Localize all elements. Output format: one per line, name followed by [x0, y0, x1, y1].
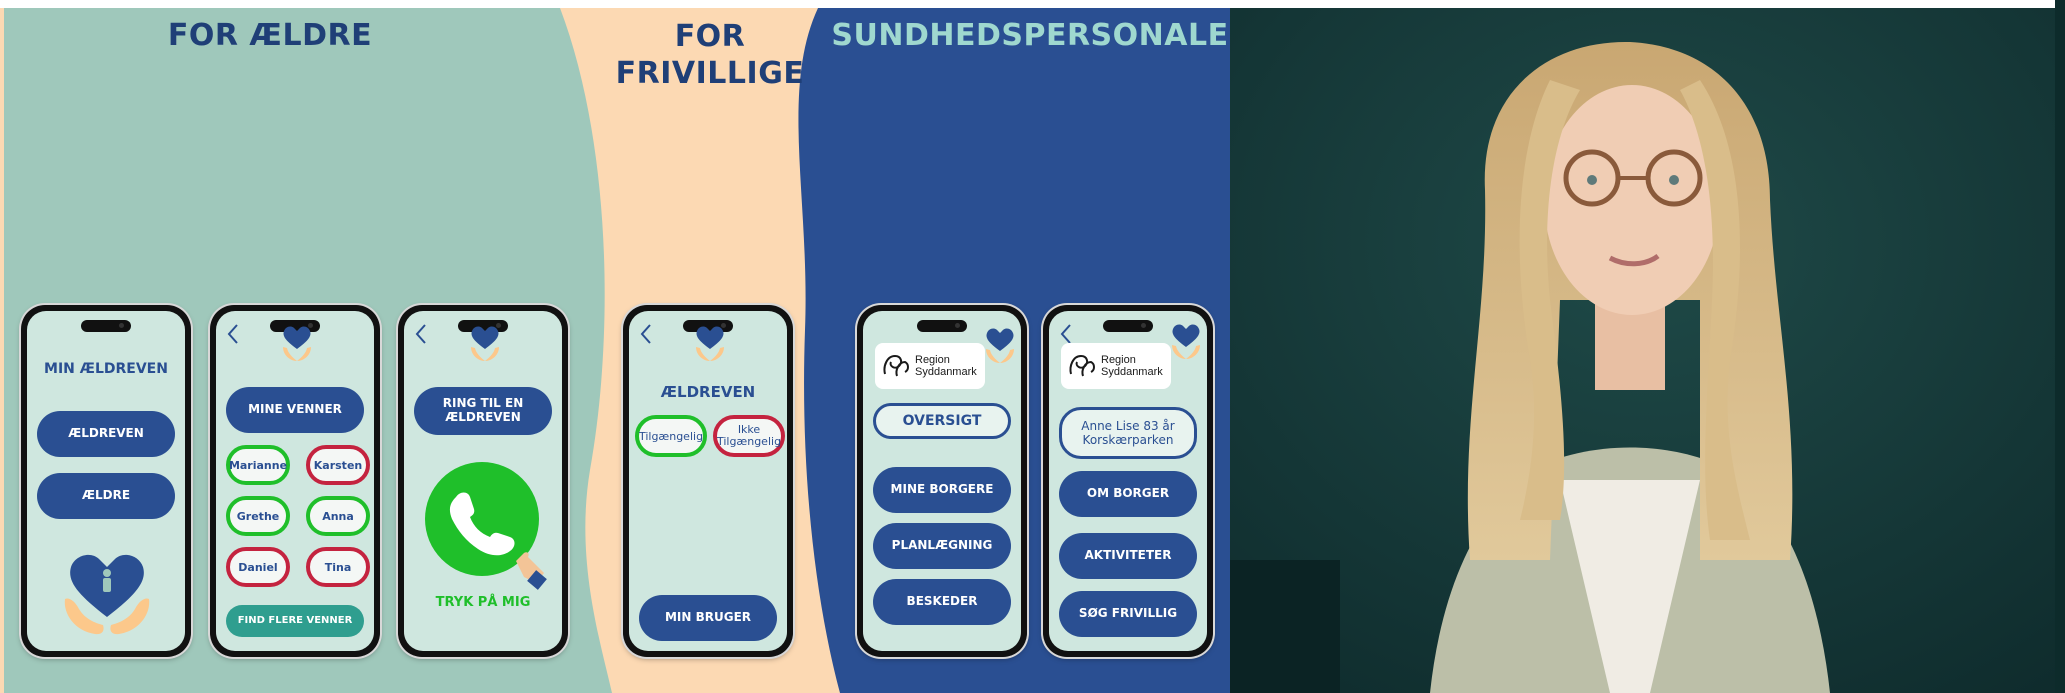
screen-title: MIN ÆLDREVEN — [44, 361, 168, 377]
region-line1: Region — [915, 353, 950, 366]
oversigt-tab[interactable]: OVERSIGT — [873, 403, 1011, 439]
region-line1: Region — [1101, 353, 1136, 366]
citizen-home: Korskærparken — [1082, 433, 1174, 447]
phone-frivillig-aeldreven: ÆLDREVEN Tilgængelig Ikke Tilgængelig MI… — [623, 305, 793, 657]
mine-borgere-button[interactable]: MINE BORGERE — [873, 467, 1011, 513]
title-frivillige-line1: FOR — [674, 19, 746, 54]
app-showcase-banner: FOR ÆLDRE FOR FRIVILLIGE SUNDHEDSPERSONA… — [0, 0, 2065, 693]
tryk-paa-mig-label: TRYK PÅ MIG — [435, 595, 531, 610]
phone-screen: Region Syddanmark Anne Lise 83 år Korskæ… — [1049, 311, 1207, 651]
phone-screen: ÆLDREVEN Tilgængelig Ikke Tilgængelig MI… — [629, 311, 787, 651]
title-frivillige: FOR FRIVILLIGE — [590, 18, 830, 92]
planlaegning-button[interactable]: PLANLÆGNING — [873, 523, 1011, 569]
citizen-card[interactable]: Anne Lise 83 år Korskærparken — [1059, 407, 1197, 459]
om-borger-button[interactable]: OM BORGER — [1059, 471, 1197, 517]
phone-ring-til: RING TIL EN ÆLDREVEN TRYK PÅ MIG — [398, 305, 568, 657]
heart-logo-icon — [696, 326, 724, 361]
region-line2: Syddanmark — [915, 366, 977, 378]
phone-oversigt: Region Syddanmark OVERSIGT MINE BORGERE … — [857, 305, 1027, 657]
back-chevron-icon[interactable] — [639, 323, 653, 345]
beskeder-button[interactable]: BESKEDER — [873, 579, 1011, 625]
phone-min-aeldreven: MIN ÆLDREVEN ÆLDREVEN ÆLDRE — [21, 305, 191, 657]
heart-logo-icon — [283, 326, 311, 361]
phone-call-icon[interactable] — [424, 461, 548, 591]
ring-line2: ÆLDREVEN — [445, 410, 521, 424]
friend-chip-anna[interactable]: Anna — [306, 496, 370, 536]
portrait-photo — [1230, 0, 2065, 693]
region-syddanmark-logo: Region Syddanmark — [875, 343, 985, 389]
phone-screen: RING TIL EN ÆLDREVEN TRYK PÅ MIG — [404, 311, 562, 651]
region-logo-icon — [1069, 354, 1095, 377]
mine-venner-button[interactable]: MINE VENNER — [226, 387, 364, 433]
region-line2: Syddanmark — [1101, 366, 1163, 378]
back-chevron-icon[interactable] — [1059, 323, 1073, 345]
region-logo-text: Region Syddanmark — [915, 354, 977, 378]
screen-title: ÆLDREVEN — [660, 383, 756, 401]
heart-hands-icon — [64, 554, 150, 635]
aktiviteter-button[interactable]: AKTIVITETER — [1059, 533, 1197, 579]
region-logo-text: Region Syddanmark — [1101, 354, 1163, 378]
region-logo-icon — [883, 354, 909, 377]
phone-notch — [81, 320, 131, 332]
friend-chip-daniel[interactable]: Daniel — [226, 547, 290, 587]
ring-til-aeldreven-button[interactable]: RING TIL EN ÆLDREVEN — [414, 387, 552, 435]
find-flere-venner-button[interactable]: FIND FLERE VENNER — [226, 605, 364, 637]
phone-screen: Region Syddanmark OVERSIGT MINE BORGERE … — [863, 311, 1021, 651]
ikke-tilgaengelig-toggle[interactable]: Ikke Tilgængelig — [713, 415, 785, 457]
heart-logo-icon — [471, 326, 499, 361]
min-bruger-button[interactable]: MIN BRUGER — [639, 595, 777, 641]
phone-screen: MINE VENNER Marianne Karsten Grethe Anna… — [216, 311, 374, 651]
aeldreven-button[interactable]: ÆLDREVEN — [37, 411, 175, 457]
friend-chip-marianne[interactable]: Marianne — [226, 445, 290, 485]
back-chevron-icon[interactable] — [414, 323, 428, 345]
title-sundhedspersonale: SUNDHEDSPERSONALE — [831, 18, 1229, 53]
soeg-frivillig-button[interactable]: SØG FRIVILLIG — [1059, 591, 1197, 637]
friend-chip-grethe[interactable]: Grethe — [226, 496, 290, 536]
tilgaengelig-toggle[interactable]: Tilgængelig — [635, 415, 707, 457]
phone-notch — [917, 320, 967, 332]
citizen-name: Anne Lise 83 år — [1081, 418, 1175, 433]
title-frivillige-line2: FRIVILLIGE — [615, 56, 805, 91]
title-aeldre: FOR ÆLDRE — [167, 18, 373, 53]
ring-line1: RING TIL EN — [442, 396, 524, 411]
aeldre-button[interactable]: ÆLDRE — [37, 473, 175, 519]
friend-chip-karsten[interactable]: Karsten — [306, 445, 370, 485]
ikke-line2: Tilgængelig — [716, 435, 782, 448]
phone-mine-venner: MINE VENNER Marianne Karsten Grethe Anna… — [210, 305, 380, 657]
region-syddanmark-logo: Region Syddanmark — [1061, 343, 1171, 389]
heart-logo-icon — [986, 328, 1014, 363]
friend-chip-tina[interactable]: Tina — [306, 547, 370, 587]
phone-borger: Region Syddanmark Anne Lise 83 år Korskæ… — [1043, 305, 1213, 657]
heart-logo-icon — [1172, 324, 1200, 359]
phone-notch — [1103, 320, 1153, 332]
top-margin — [0, 0, 1230, 8]
phone-screen: MIN ÆLDREVEN ÆLDREVEN ÆLDRE — [27, 311, 185, 651]
back-chevron-icon[interactable] — [226, 323, 240, 345]
